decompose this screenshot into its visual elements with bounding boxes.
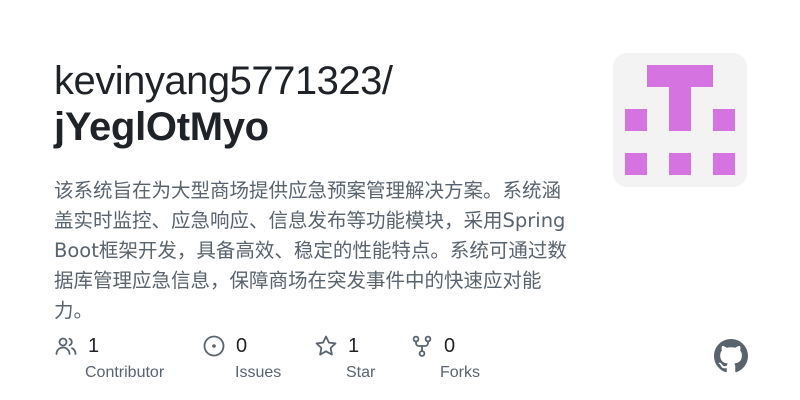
repo-forked-icon	[410, 334, 434, 358]
stat-forks[interactable]: 0 Forks	[410, 334, 480, 381]
stat-stars[interactable]: 1 Star	[314, 334, 375, 381]
identicon-icon	[613, 53, 747, 187]
owner-avatar	[613, 53, 747, 187]
contributors-count: 1	[88, 335, 100, 357]
github-mark-icon[interactable]	[714, 339, 748, 373]
forks-label: Forks	[440, 364, 480, 381]
stars-label: Star	[346, 364, 376, 381]
repo-description: 该系统旨在为大型商场提供应急预案管理解决方案。系统涵盖实时监控、应急响应、信息发…	[54, 179, 567, 322]
issue-opened-icon	[202, 334, 226, 358]
star-icon	[314, 334, 338, 358]
repo-owner[interactable]: kevinyang5771323/	[54, 58, 574, 104]
contributors-label: Contributor	[85, 364, 165, 381]
repo-stats: 1 Contributor 0 Issues 1 Star 0 Forks	[54, 334, 574, 394]
forks-count: 0	[444, 335, 456, 357]
repo-name[interactable]: jYeglOtMyo	[54, 104, 574, 150]
stat-issues[interactable]: 0 Issues	[202, 334, 281, 381]
people-icon	[54, 334, 78, 358]
stars-count: 1	[348, 335, 360, 357]
issues-label: Issues	[235, 364, 282, 381]
repo-title: kevinyang5771323/ jYeglOtMyo	[54, 58, 574, 150]
issues-count: 0	[236, 335, 248, 357]
stat-contributors[interactable]: 1 Contributor	[54, 334, 164, 381]
